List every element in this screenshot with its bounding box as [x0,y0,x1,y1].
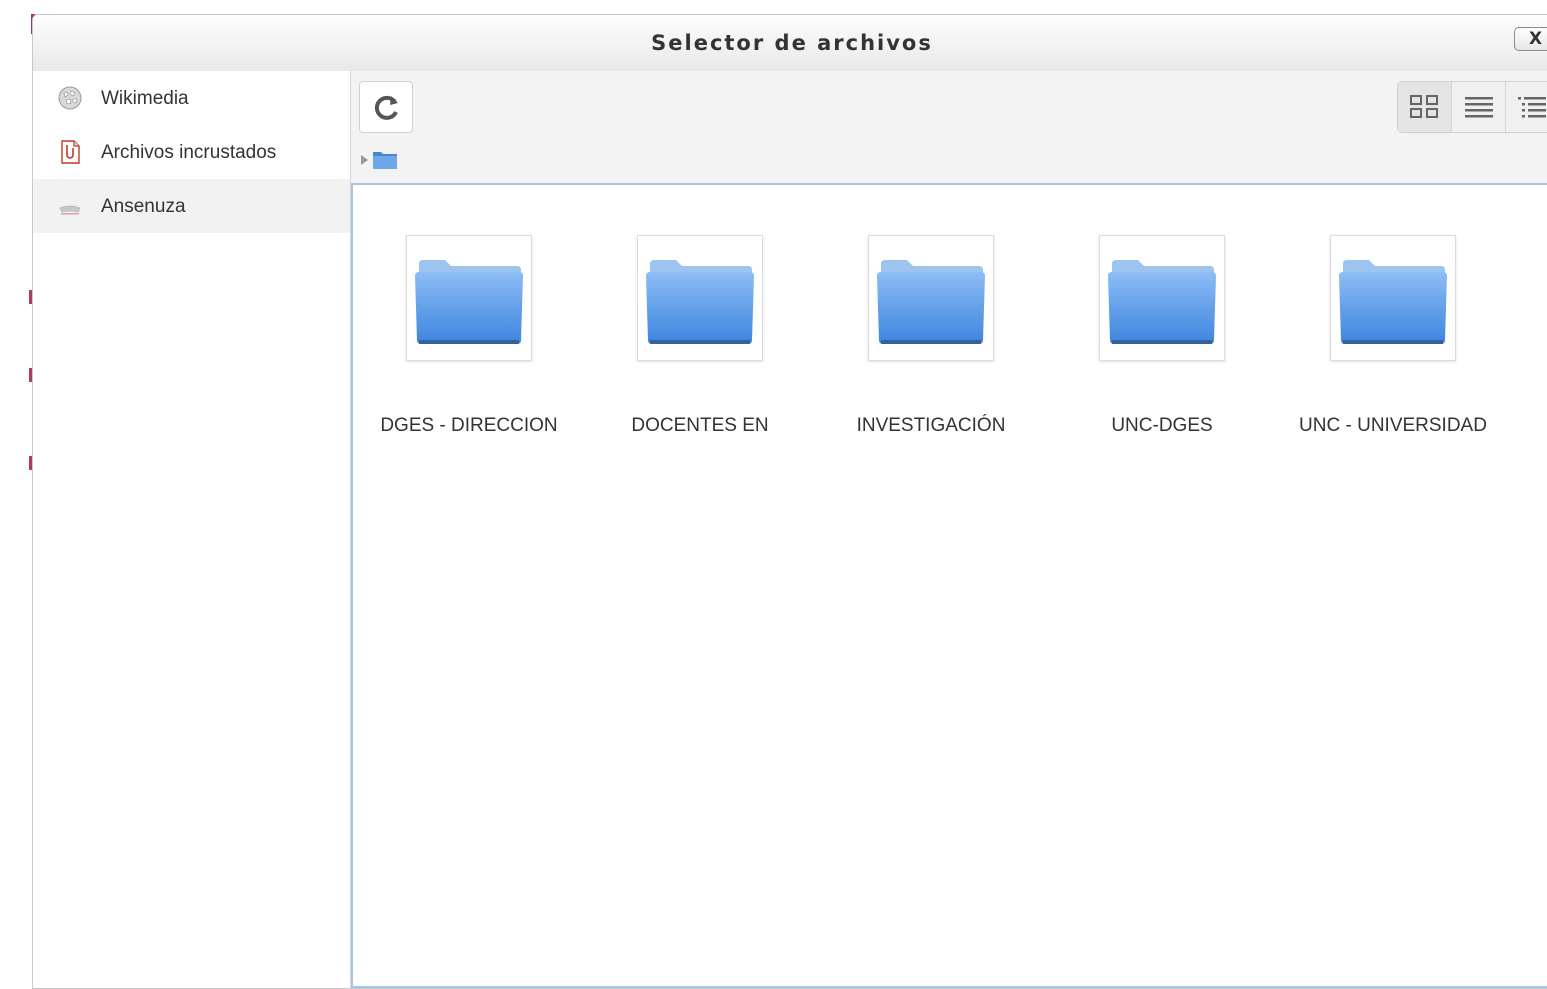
tree-view-button[interactable] [1506,82,1547,132]
refresh-icon [374,95,398,120]
wikipedia-globe-icon [58,86,82,110]
icons-view-button[interactable] [1398,82,1452,132]
folder-name: DOCENTES EN [631,415,769,436]
close-button[interactable]: X [1514,27,1547,51]
folder-item[interactable]: UNC - UNIVERSIDAD [1283,235,1503,455]
folder-item[interactable]: DOCENTES EN [590,235,810,455]
folder-thumbnail [637,235,763,361]
folder-name: INVESTIGACIÓN [856,415,1006,436]
grid-view-icon [1410,95,1438,118]
folder-item[interactable]: UNC-DGES [1052,235,1272,455]
expand-arrow-icon [361,155,368,165]
file-toolbar [351,71,1547,183]
sidebar-item-wikimedia[interactable]: Wikimedia [33,71,350,125]
folder-thumbnail [1330,235,1456,361]
sidebar-item-label: Wikimedia [101,88,189,109]
dialog-titlebar[interactable]: Selector de archivos X [33,15,1547,72]
file-browser-panel: DGES - DIRECCION DOCENTES EN INVESTIGACI… [350,71,1547,988]
folder-icon [1339,260,1447,344]
sidebar-item-embedded-files[interactable]: Archivos incrustados [33,125,350,179]
close-icon: X [1529,29,1543,49]
file-grid: DGES - DIRECCION DOCENTES EN INVESTIGACI… [351,183,1547,988]
repository-icon [59,205,81,215]
folder-name: DGES - DIRECCION [380,415,558,436]
folder-icon [1108,260,1216,344]
sidebar-item-label: Ansenuza [101,196,186,217]
folder-icon [415,260,523,344]
list-view-button[interactable] [1452,82,1506,132]
folder-name: UNC-DGES [1111,415,1213,436]
folder-item[interactable]: DGES - DIRECCION [359,235,579,455]
sidebar-item-ansenuza[interactable]: Ansenuza [33,179,350,233]
folder-name: UNC - UNIVERSIDAD [1299,415,1487,436]
file-picker-dialog: Selector de archivos X Wikimedia Archivo… [32,14,1547,989]
view-mode-switcher [1397,81,1547,133]
refresh-button[interactable] [359,81,413,133]
breadcrumb-content [361,152,397,169]
repository-sidebar: Wikimedia Archivos incrustados Ansenuza [33,71,350,988]
list-view-icon [1465,97,1493,118]
folder-item[interactable]: INVESTIGACIÓN [821,235,1041,455]
breadcrumb[interactable] [359,149,419,171]
tree-view-icon [1518,97,1546,118]
embedded-files-icon [61,140,80,164]
folder-icon [646,260,754,344]
dialog-title: Selector de archivos [651,31,933,55]
folder-icon [877,260,985,344]
folder-icon [373,152,397,169]
background-page [0,0,35,983]
folder-thumbnail [1099,235,1225,361]
sidebar-item-label: Archivos incrustados [101,142,277,163]
folder-thumbnail [406,235,532,361]
folder-thumbnail [868,235,994,361]
